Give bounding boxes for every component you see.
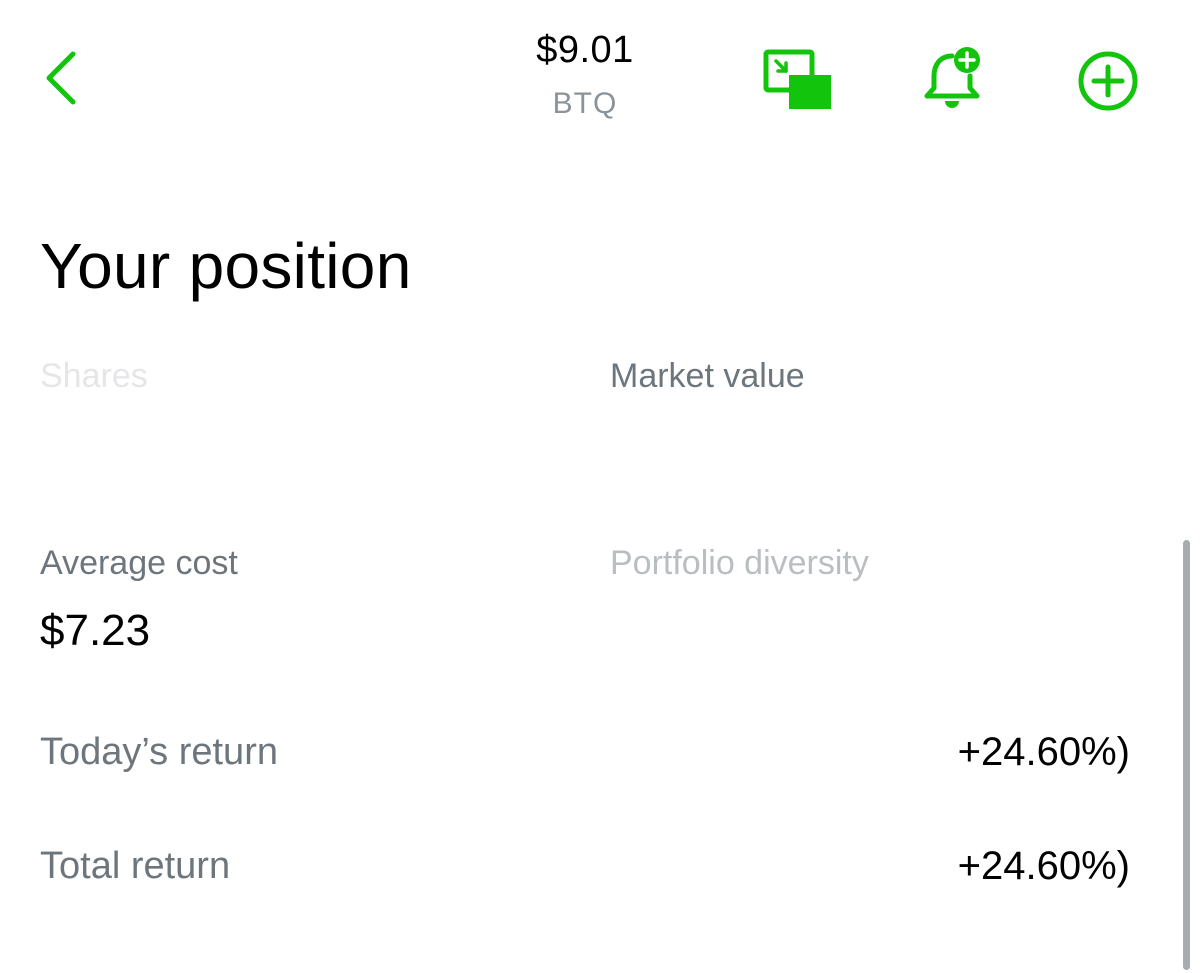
total-return-label: Total return: [40, 845, 231, 887]
section-title: Your position: [40, 230, 412, 302]
add-to-list-button[interactable]: [1074, 50, 1142, 112]
chevron-left-icon: [46, 51, 76, 105]
plus-circle-icon: [1078, 51, 1138, 111]
total-return-percent: +24.60%): [957, 844, 1130, 888]
header-ticker: BTQ: [552, 87, 618, 120]
picture-in-picture-button[interactable]: [760, 46, 836, 114]
todays-return-label: Today’s return: [40, 731, 278, 773]
todays-return-percent: +24.60%): [957, 730, 1130, 774]
stock-position-screen: $9.01 BTQ Your position Shares Market va…: [0, 0, 1200, 973]
todays-return-row: Today’s return +24.60%): [40, 724, 1130, 780]
average-cost-label: Average cost: [40, 544, 238, 582]
shares-label: Shares: [40, 357, 148, 395]
picture-in-picture-icon: [763, 49, 831, 109]
add-alert-button[interactable]: [920, 44, 986, 114]
back-button[interactable]: [36, 48, 86, 108]
portfolio-diversity-label: Portfolio diversity: [610, 544, 869, 582]
total-return-row: Total return +24.60%): [40, 838, 1130, 894]
header: $9.01 BTQ: [0, 0, 1200, 150]
average-cost-value: $7.23: [40, 606, 151, 655]
header-quote: $9.01 BTQ: [450, 24, 720, 124]
scrollbar[interactable]: [1183, 540, 1190, 970]
bell-plus-icon: [924, 47, 980, 108]
header-price: $9.01: [536, 29, 634, 71]
market-value-label: Market value: [610, 357, 805, 395]
